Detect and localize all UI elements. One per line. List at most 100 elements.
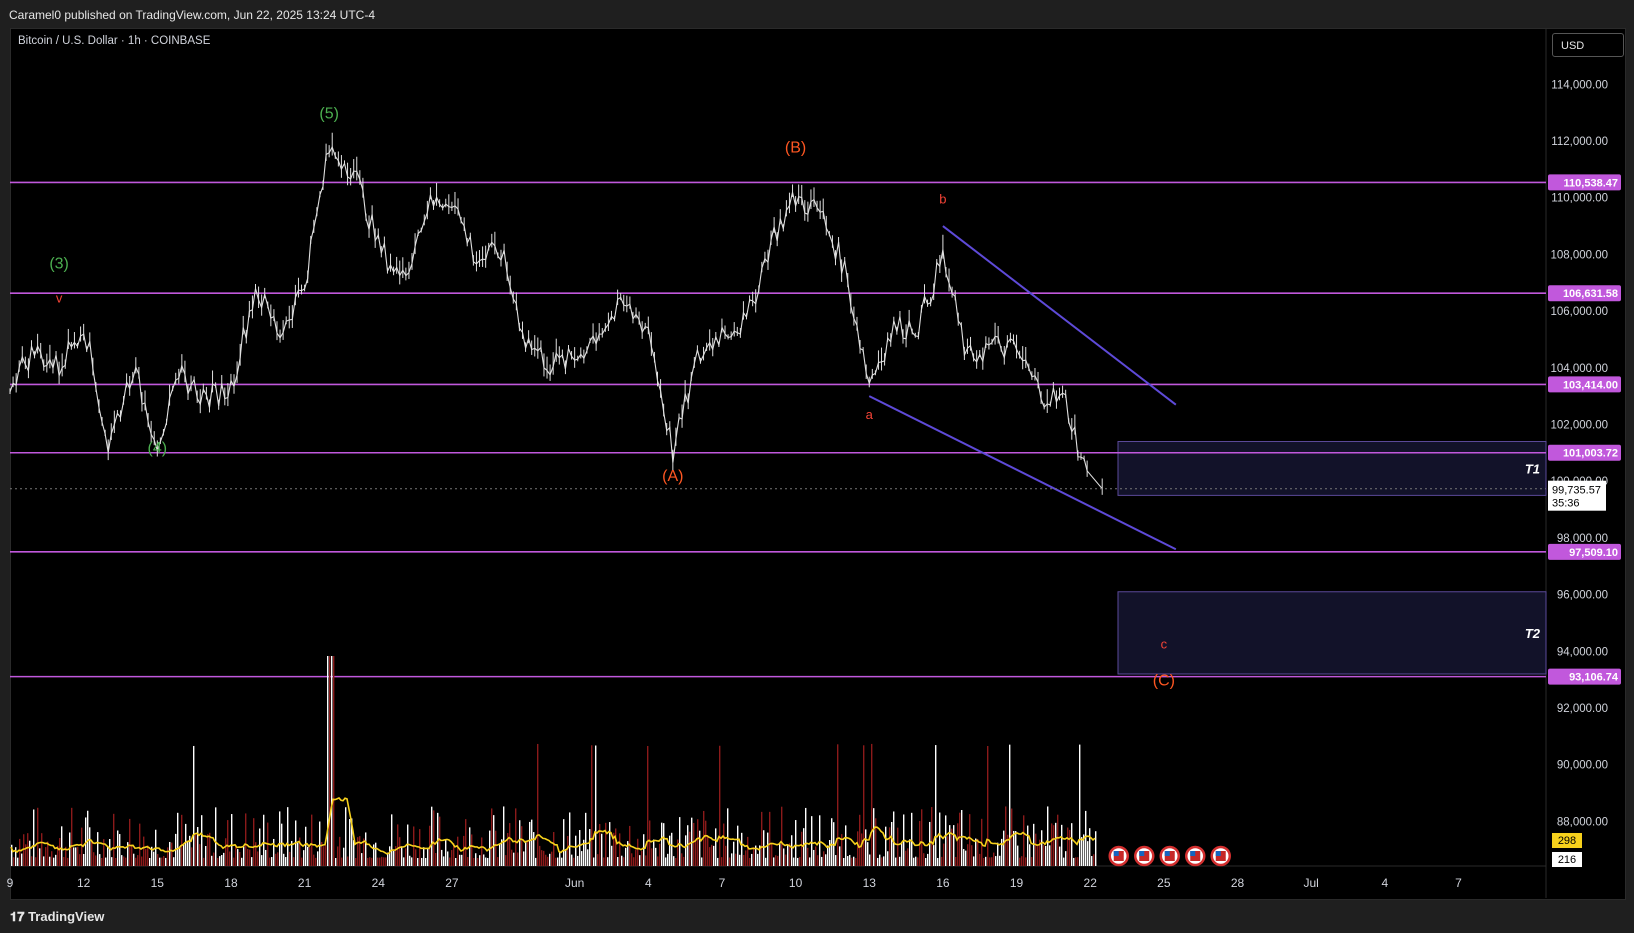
volume-bar (133, 853, 135, 866)
volume-bar (83, 853, 85, 866)
volume-bar (985, 856, 987, 866)
price-tick-label: 112,000.00 (1551, 136, 1608, 148)
trendline[interactable] (942, 225, 1177, 406)
volume-bar (79, 854, 81, 866)
volume-bar (913, 857, 915, 866)
volume-bar (67, 857, 69, 866)
volume-bar (735, 853, 737, 866)
volume-bar (907, 848, 909, 866)
volume-bar (997, 842, 999, 866)
volume-bar (485, 857, 487, 866)
volume-bar (315, 857, 317, 866)
volume-bar (217, 857, 219, 866)
volume-bar (945, 815, 947, 866)
volume-bar (831, 818, 833, 866)
volume-bar (235, 845, 237, 866)
volume-bar (765, 857, 767, 866)
volume-bar (491, 808, 493, 866)
volume-bar (259, 828, 261, 866)
volume-bar (289, 851, 291, 866)
volume-bar (917, 857, 919, 866)
volume-bar (555, 857, 557, 866)
volume-bar (527, 840, 529, 866)
volume-bar (249, 849, 251, 866)
volume-bar (921, 809, 923, 866)
target-zone-label: T2 (1525, 626, 1541, 641)
volume-bar (877, 857, 879, 866)
volume-bar (855, 857, 857, 866)
volume-bar (965, 850, 967, 866)
volume-bar (335, 858, 337, 866)
volume-bar (573, 857, 575, 866)
time-tick-label: 10 (789, 876, 803, 890)
volume-bar (535, 857, 537, 866)
current-price-label: 99,735.57 (1552, 485, 1601, 497)
volume-bar (741, 832, 743, 866)
volume-bar (553, 832, 555, 866)
volume-bar (509, 823, 511, 866)
wave-label: a (866, 407, 874, 422)
time-tick-label: 25 (1157, 876, 1171, 890)
volume-bar (333, 656, 335, 866)
symbol-title[interactable]: Bitcoin / U.S. Dollar · 1h · COINBASE (18, 35, 210, 47)
volume-bar (957, 823, 959, 866)
volume-bar (137, 855, 139, 866)
volume-bar (1031, 857, 1033, 866)
volume-bar (801, 831, 803, 866)
volume-bar (909, 839, 911, 866)
volume-bar (713, 845, 715, 866)
volume-bar (843, 857, 845, 866)
volume-bar (237, 849, 239, 866)
volume-bar (783, 848, 785, 866)
volume-bar (1073, 857, 1075, 866)
volume-bar (777, 855, 779, 866)
volume-bar (131, 844, 133, 866)
volume-bar (179, 846, 181, 866)
target-zone-label: T1 (1525, 461, 1540, 476)
volume-bar (973, 856, 975, 866)
volume-bar (1089, 828, 1091, 866)
volume-bar (269, 857, 271, 866)
volume-bar (685, 835, 687, 866)
volume-bar (557, 857, 559, 866)
time-tick-label: 4 (1381, 876, 1388, 890)
volume-bar (933, 845, 935, 866)
volume-bar (927, 853, 929, 866)
currency-button[interactable]: USD (1552, 33, 1624, 57)
volume-bar (779, 843, 781, 866)
volume-bar (129, 818, 131, 866)
volume-bar (193, 745, 195, 866)
volume-bar (851, 857, 853, 866)
time-tick-label: 7 (719, 876, 726, 890)
volume-bar (589, 829, 591, 866)
volume-bar (517, 852, 519, 866)
volume-bar (459, 854, 461, 866)
volume-bar (277, 852, 279, 866)
volume-bar (699, 830, 701, 866)
volume-bar (169, 841, 171, 866)
volume-bar (813, 849, 815, 866)
volume-bar (819, 815, 821, 866)
time-tick-label: 15 (151, 876, 165, 890)
volume-bar (1059, 846, 1061, 866)
volume-bar (513, 852, 515, 866)
tradingview-logo[interactable]: 𝟏𝟕 TradingView (10, 909, 104, 925)
volume-bar (523, 851, 525, 866)
volume-bar (853, 856, 855, 866)
volume-bar (561, 857, 563, 866)
volume-bar (89, 827, 91, 866)
volume-bar (1013, 830, 1015, 866)
volume-bar (787, 845, 789, 866)
volume-bar (219, 856, 221, 866)
time-tick-label: Jun (565, 876, 584, 890)
volume-bar (757, 853, 759, 866)
volume-bar (617, 857, 619, 866)
volume-bar (393, 850, 395, 866)
volume-bar (963, 849, 965, 866)
volume-bar (641, 851, 643, 866)
volume-bar (31, 856, 33, 866)
volume-bar (75, 847, 77, 866)
volume-bar (213, 852, 215, 866)
chart-svg[interactable]: 114,000.00 112,000.00 110,000.00 108,000.00… (0, 0, 1634, 933)
volume-bar (481, 837, 483, 866)
